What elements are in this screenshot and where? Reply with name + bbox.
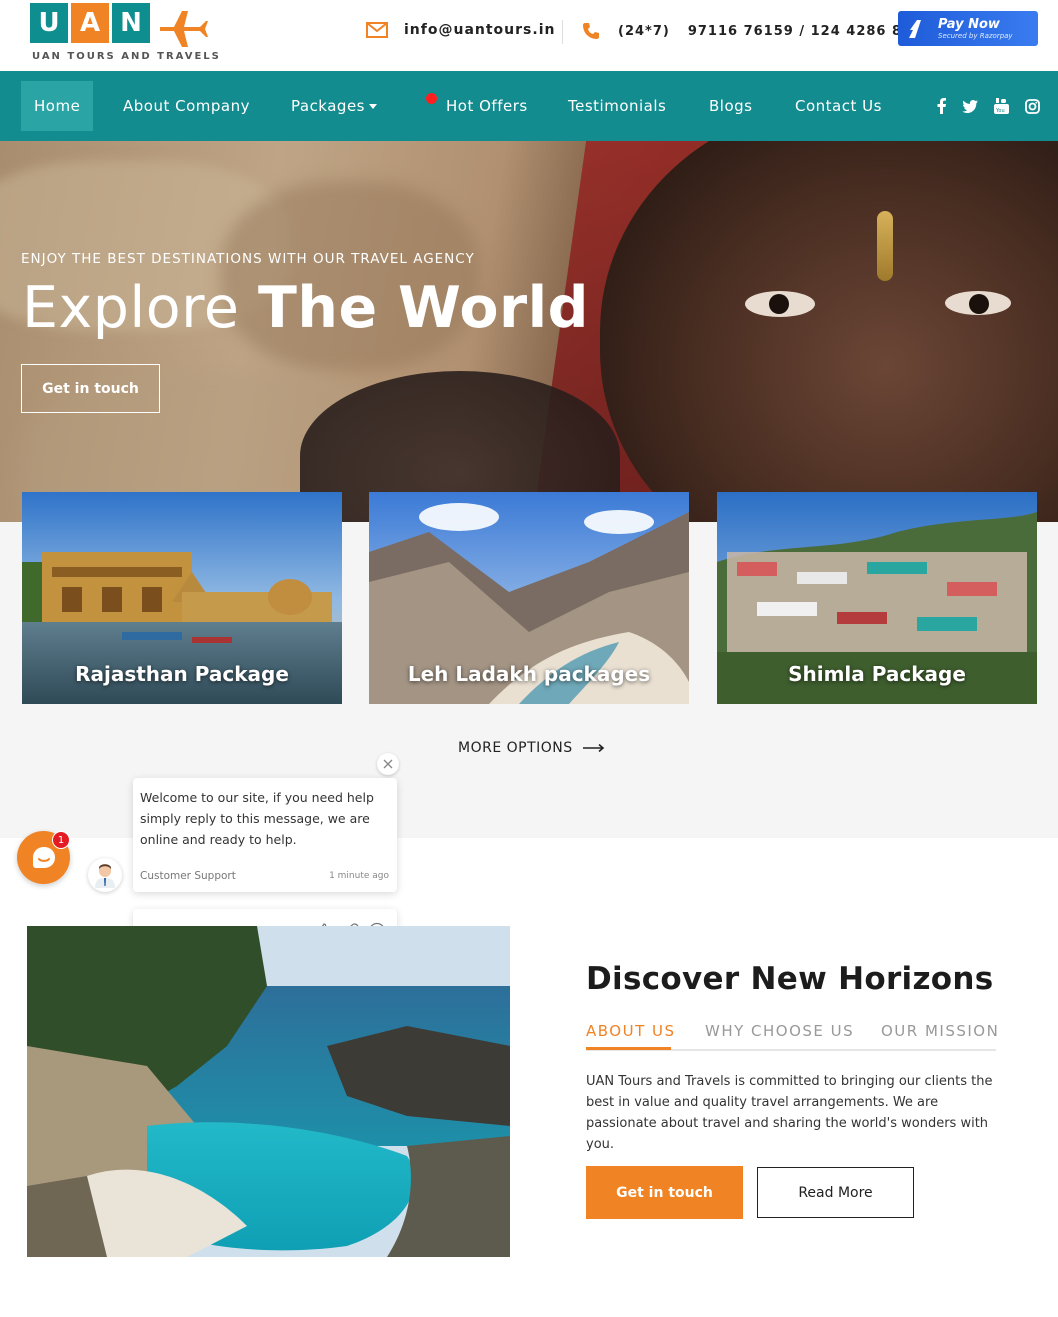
coast-photo-illustration: [27, 926, 510, 1257]
pay-now-subtext: Secured by Razorpay: [938, 31, 1013, 40]
nav-item-home[interactable]: Home: [21, 81, 94, 131]
get-in-touch-button[interactable]: Get in touch: [586, 1166, 743, 1219]
nav-item-packages[interactable]: Packages: [291, 81, 377, 131]
logo-letter-a: A: [71, 3, 109, 43]
tab-our-mission[interactable]: OUR MISSION: [881, 1022, 999, 1040]
package-card-rajasthan[interactable]: Rajasthan Package: [22, 492, 342, 704]
twitter-icon[interactable]: [961, 97, 979, 115]
about-title: Discover New Horizons: [586, 961, 994, 997]
main-nav: Home About Company Packages Hot Offers T…: [0, 71, 1058, 141]
pay-now-label: Pay Now: [938, 16, 1000, 32]
package-card-leh-ladakh[interactable]: Leh Ladakh packages: [369, 492, 689, 704]
phone-availability: (24*7): [618, 23, 670, 39]
nav-item-testimonials[interactable]: Testimonials: [568, 81, 666, 131]
logo-letter-n: N: [112, 3, 150, 43]
about-tabs: ABOUT US WHY CHOOSE US OUR MISSION: [586, 1021, 999, 1051]
airplane-icon: [160, 11, 208, 47]
chat-close-button[interactable]: [377, 753, 399, 775]
hero-photo-face: [600, 141, 1058, 522]
logo-tagline: UAN TOURS AND TRAVELS: [32, 51, 221, 62]
svg-text:You: You: [995, 108, 1005, 114]
package-label: Leh Ladakh packages: [407, 662, 651, 686]
nav-item-hot-offers[interactable]: Hot Offers: [426, 81, 528, 131]
top-bar: U A N UAN TOURS AND TRAVELS info@uantour…: [0, 0, 1058, 71]
email-address: info@uantours.in: [404, 22, 556, 38]
hero-kicker: ENJOY THE BEST DESTINATIONS WITH OUR TRA…: [21, 251, 475, 267]
chat-message-text: Welcome to our site, if you need help si…: [140, 790, 374, 847]
chat-agent-avatar: [88, 858, 122, 892]
razorpay-icon: [909, 19, 921, 38]
email-contact[interactable]: info@uantours.in: [366, 22, 555, 38]
youtube-icon[interactable]: You: [992, 97, 1010, 115]
header-divider: [562, 20, 563, 44]
hero-photo-jewelry: [877, 211, 893, 281]
phone-numbers: 97116 76159 / 124 4286 802: [687, 23, 923, 39]
hot-offer-dot-icon: [426, 93, 437, 104]
tab-why-choose-us[interactable]: WHY CHOOSE US: [705, 1022, 854, 1040]
close-icon: [383, 759, 393, 769]
active-tab-indicator: [586, 1047, 671, 1050]
agent-avatar-icon: [95, 864, 115, 888]
facebook-icon[interactable]: [932, 97, 950, 115]
hero-photo-eye: [945, 291, 1011, 315]
chat-bubble-icon: [32, 846, 55, 868]
chat-unread-badge: 1: [52, 831, 70, 849]
more-options-link[interactable]: MORE OPTIONS: [458, 740, 605, 756]
package-label: Shimla Package: [788, 662, 966, 686]
about-coast-photo: [27, 926, 510, 1257]
more-options-label: MORE OPTIONS: [458, 740, 573, 756]
hero-photo-eye: [745, 291, 815, 317]
nav-item-contact-us[interactable]: Contact Us: [795, 81, 882, 131]
hero-get-in-touch-button[interactable]: Get in touch: [21, 364, 160, 413]
phone-contact[interactable]: (24*7) 97116 76159 / 124 4286 802: [582, 22, 922, 40]
chat-message-card[interactable]: Welcome to our site, if you need help si…: [133, 778, 397, 892]
tab-about-us[interactable]: ABOUT US: [586, 1022, 676, 1040]
hero-title-light: Explore: [22, 275, 240, 341]
nav-item-blogs[interactable]: Blogs: [709, 81, 752, 131]
chat-agent-name: Customer Support: [140, 870, 236, 882]
hero-title: Explore The World: [22, 275, 589, 341]
chevron-down-icon: [369, 103, 377, 109]
hero-title-bold: The World: [258, 275, 589, 341]
phone-icon: [583, 23, 599, 39]
package-card-shimla[interactable]: Shimla Package: [717, 492, 1037, 704]
pay-now-button[interactable]: Pay Now Secured by Razorpay: [898, 11, 1038, 46]
about-paragraph: UAN Tours and Travels is committed to br…: [586, 1074, 993, 1152]
chat-timestamp: 1 minute ago: [329, 871, 389, 881]
logo-letter-u: U: [30, 3, 68, 43]
envelope-icon: [366, 22, 388, 38]
instagram-icon[interactable]: [1023, 97, 1041, 115]
site-logo[interactable]: U A N UAN TOURS AND TRAVELS: [30, 3, 219, 65]
nav-item-about-company[interactable]: About Company: [123, 81, 250, 131]
arrow-right-icon: [582, 744, 604, 752]
read-more-button[interactable]: Read More: [757, 1167, 914, 1218]
hero-banner: ENJOY THE BEST DESTINATIONS WITH OUR TRA…: [0, 141, 1058, 522]
package-label: Rajasthan Package: [75, 662, 289, 686]
